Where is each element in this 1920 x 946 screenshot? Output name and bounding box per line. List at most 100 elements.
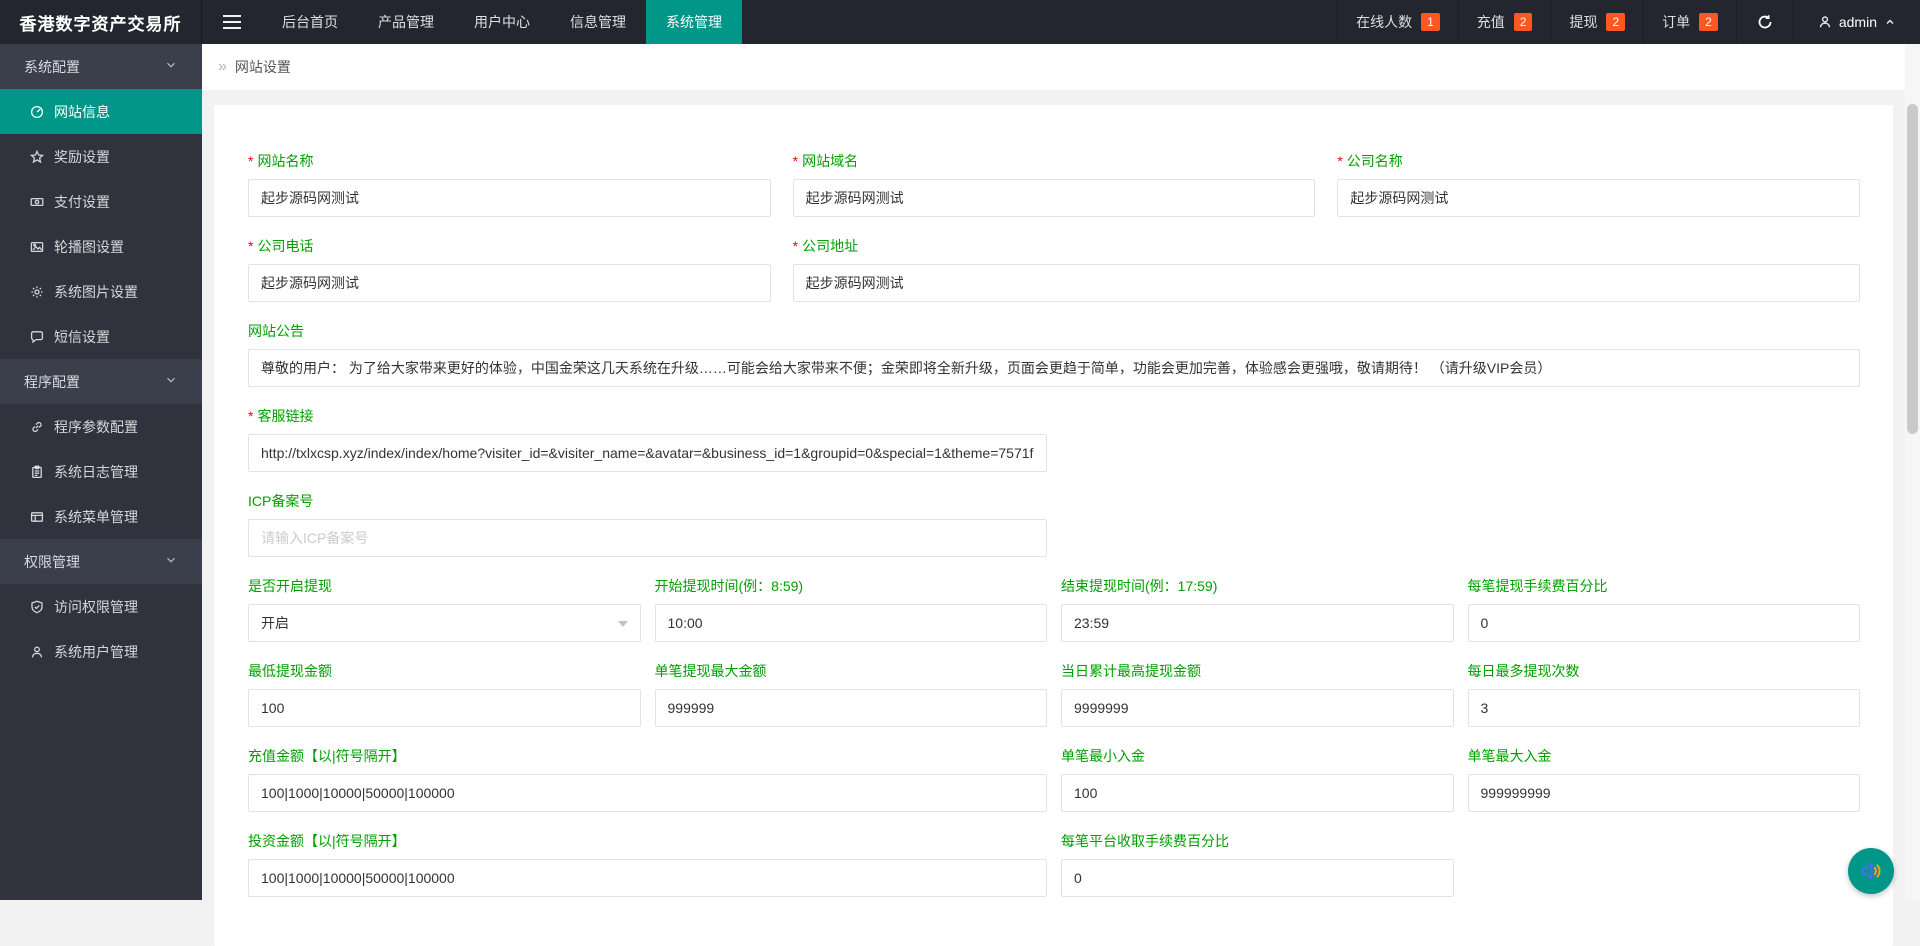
- scrollbar-thumb[interactable]: [1907, 104, 1918, 434]
- form-row: ICP备案号: [248, 491, 1860, 557]
- chevron-down-icon: [164, 553, 178, 570]
- sidebar-item-label: 程序参数配置: [54, 417, 138, 437]
- site-domain-input[interactable]: [793, 179, 1316, 217]
- sidebar-item-system-users[interactable]: 系统用户管理: [0, 629, 202, 674]
- comment-icon: [30, 330, 44, 344]
- nav-stats: 在线人数 1充值 2提现 2订单 2: [1337, 0, 1736, 44]
- form-field-company-address: *公司地址: [793, 236, 1860, 302]
- form-field-service-link: *客服链接: [248, 406, 1047, 472]
- sidebar-item-system-logs[interactable]: 系统日志管理: [0, 449, 202, 494]
- site-name-input[interactable]: [248, 179, 771, 217]
- shield-icon: [30, 600, 44, 614]
- withdraw-fee-percent-input[interactable]: [1468, 604, 1861, 642]
- company-phone-input[interactable]: [248, 264, 771, 302]
- nav-stat-online-count[interactable]: 在线人数 1: [1337, 0, 1458, 44]
- label-text: 当日累计最高提现金额: [1061, 663, 1201, 679]
- nav-tab-users[interactable]: 用户中心: [454, 0, 550, 44]
- form-row: 是否开启提现开启 开始提现时间(例：8:59)结束提现时间(例：17:59)每笔…: [248, 576, 1860, 642]
- form-field-min-single-deposit: 单笔最小入金: [1061, 746, 1454, 812]
- form-field-withdraw-end-time: 结束提现时间(例：17:59): [1061, 576, 1454, 642]
- min-withdraw-amount-input[interactable]: [248, 689, 641, 727]
- sidebar-item-sms-setting[interactable]: 短信设置: [0, 314, 202, 359]
- sidebar-section-system-config[interactable]: 系统配置: [0, 44, 202, 89]
- clipboard-icon: [30, 465, 44, 479]
- refresh-icon[interactable]: [1736, 0, 1793, 44]
- sidebar-item-banner-setting[interactable]: 轮播图设置: [0, 224, 202, 269]
- nav-tab-products[interactable]: 产品管理: [358, 0, 454, 44]
- sidebar-item-site-info[interactable]: 网站信息: [0, 89, 202, 134]
- service-link-input[interactable]: [248, 434, 1047, 472]
- max-single-deposit-input[interactable]: [1468, 774, 1861, 812]
- layout-icon: [30, 510, 44, 524]
- stat-label: 在线人数: [1356, 12, 1412, 32]
- nav-tab-home[interactable]: 后台首页: [262, 0, 358, 44]
- label-text: 网站公告: [248, 323, 304, 339]
- form-field-site-name: *网站名称: [248, 151, 771, 217]
- field-label: 当日累计最高提现金额: [1061, 661, 1454, 681]
- top-navbar: 香港数字资产交易所 后台首页产品管理用户中心信息管理系统管理 在线人数 1充值 …: [0, 0, 1920, 44]
- label-text: 网站名称: [257, 153, 313, 169]
- form-field-daily-max-withdraw-amount: 当日累计最高提现金额: [1061, 661, 1454, 727]
- sidebar-item-pay-setting[interactable]: 支付设置: [0, 179, 202, 224]
- field-label: 单笔提现最大金额: [655, 661, 1048, 681]
- sidebar-item-system-menus[interactable]: 系统菜单管理: [0, 494, 202, 539]
- sidebar-item-label: 访问权限管理: [54, 597, 138, 617]
- settings-form-card: *网站名称*网站域名*公司名称*公司电话*公司地址网站公告*客服链接ICP备案号…: [214, 105, 1893, 946]
- announcement-fab-button[interactable]: [1848, 848, 1894, 894]
- sidebar-section-permission-mgmt[interactable]: 权限管理: [0, 539, 202, 584]
- sidebar-section-program-config[interactable]: 程序配置: [0, 359, 202, 404]
- breadcrumb-current: 网站设置: [235, 57, 291, 77]
- field-label: 开始提现时间(例：8:59): [655, 576, 1048, 596]
- icp-number-input[interactable]: [248, 519, 1047, 557]
- form-field-invest-amounts: 投资金额【以|符号隔开】: [248, 831, 1047, 897]
- label-text: 最低提现金额: [248, 663, 332, 679]
- withdraw-end-time-input[interactable]: [1061, 604, 1454, 642]
- label-text: 开始提现时间(例：8:59): [655, 578, 804, 594]
- sidebar-item-label: 奖励设置: [54, 147, 110, 167]
- company-address-input[interactable]: [793, 264, 1860, 302]
- stat-count-badge: 1: [1421, 13, 1440, 31]
- section-title: 程序配置: [24, 372, 80, 392]
- hamburger-menu-icon[interactable]: [202, 0, 262, 44]
- stat-count-badge: 2: [1699, 13, 1718, 31]
- sidebar-item-program-params[interactable]: 程序参数配置: [0, 404, 202, 449]
- platform-fee-percent-input[interactable]: [1061, 859, 1454, 897]
- nav-right: 在线人数 1充值 2提现 2订单 2 admin: [1337, 0, 1920, 44]
- label-text: 投资金额【以|符号隔开】: [248, 833, 406, 849]
- admin-menu[interactable]: admin: [1793, 0, 1920, 44]
- company-name-input[interactable]: [1337, 179, 1860, 217]
- required-asterisk: *: [248, 153, 253, 169]
- sidebar-item-reward-setting[interactable]: 奖励设置: [0, 134, 202, 179]
- nav-tab-system[interactable]: 系统管理: [646, 0, 742, 44]
- stat-label: 提现: [1569, 12, 1597, 32]
- required-asterisk: *: [248, 408, 253, 424]
- invest-amounts-input[interactable]: [248, 859, 1047, 897]
- form-field-site-domain: *网站域名: [793, 151, 1316, 217]
- form-field-daily-max-withdraw-count: 每日最多提现次数: [1468, 661, 1861, 727]
- sidebar-item-image-setting[interactable]: 系统图片设置: [0, 269, 202, 314]
- nav-stat-recharge[interactable]: 充值 2: [1458, 0, 1551, 44]
- field-label: 结束提现时间(例：17:59): [1061, 576, 1454, 596]
- max-single-withdraw-input[interactable]: [655, 689, 1048, 727]
- sidebar: 系统配置 网站信息 奖励设置 支付设置 轮播图设置 系统图片设置 短信设置程序配…: [0, 44, 202, 900]
- vertical-scrollbar[interactable]: [1905, 44, 1920, 900]
- label-text: 结束提现时间(例：17:59): [1061, 578, 1217, 594]
- nav-tabs: 后台首页产品管理用户中心信息管理系统管理: [262, 0, 742, 44]
- form-field-max-single-withdraw: 单笔提现最大金额: [655, 661, 1048, 727]
- chevron-down-icon: [164, 58, 178, 75]
- stat-label: 订单: [1662, 12, 1690, 32]
- withdraw-enabled-select[interactable]: 开启: [248, 604, 641, 642]
- daily-max-withdraw-amount-input[interactable]: [1061, 689, 1454, 727]
- form-row: *公司电话*公司地址: [248, 236, 1860, 302]
- sidebar-item-access-perms[interactable]: 访问权限管理: [0, 584, 202, 629]
- daily-max-withdraw-count-input[interactable]: [1468, 689, 1861, 727]
- nav-stat-orders[interactable]: 订单 2: [1643, 0, 1736, 44]
- nav-stat-withdraw[interactable]: 提现 2: [1550, 0, 1643, 44]
- form-field-company-name: *公司名称: [1337, 151, 1860, 217]
- min-single-deposit-input[interactable]: [1061, 774, 1454, 812]
- site-announcement-input[interactable]: [248, 349, 1860, 387]
- nav-tab-info[interactable]: 信息管理: [550, 0, 646, 44]
- sidebar-item-label: 系统菜单管理: [54, 507, 138, 527]
- withdraw-start-time-input[interactable]: [655, 604, 1048, 642]
- recharge-amounts-input[interactable]: [248, 774, 1047, 812]
